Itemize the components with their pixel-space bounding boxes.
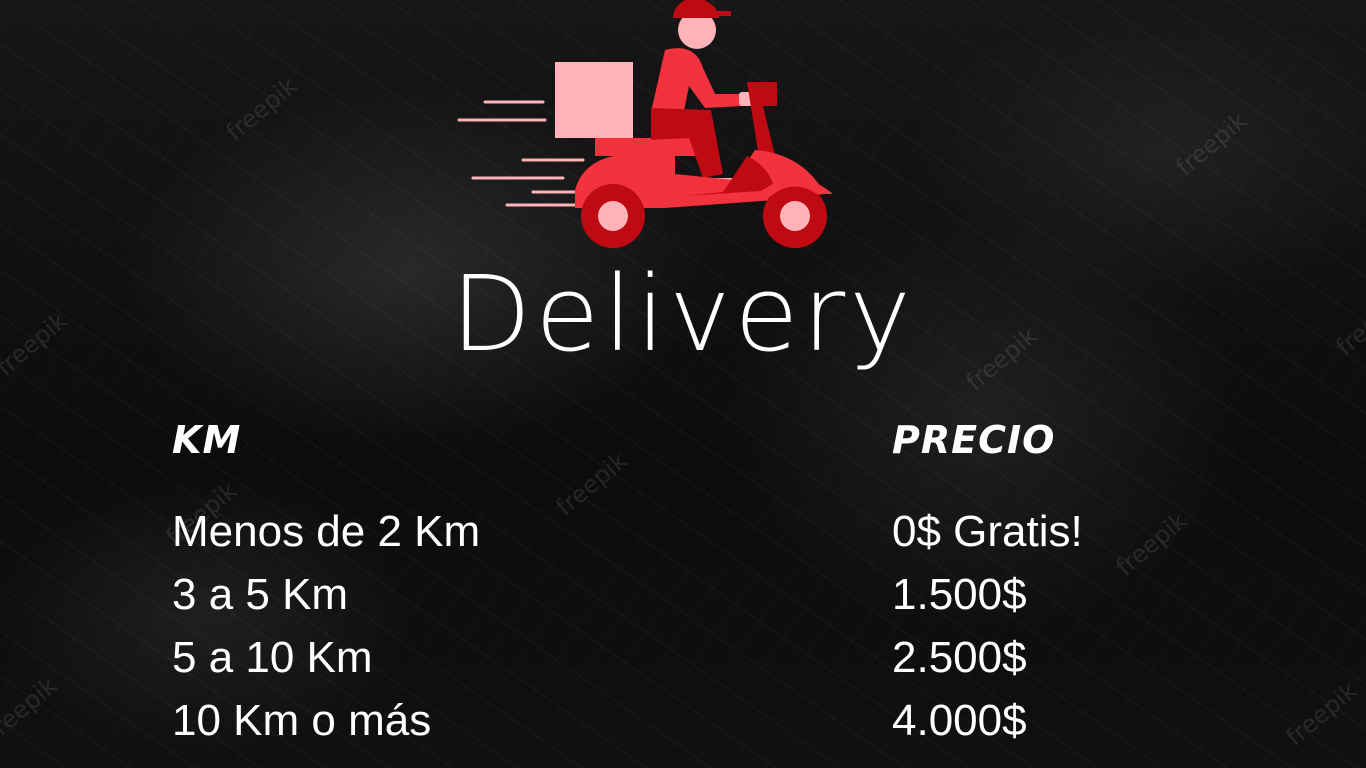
delivery-scooter-icon [457, 0, 833, 248]
page-title: Delivery [451, 253, 915, 375]
distance-cell: Menos de 2 Km [172, 507, 481, 556]
price-cell: 2.500$ [892, 633, 1027, 682]
distance-list: Menos de 2 Km 3 a 5 Km 5 a 10 Km 10 Km o… [172, 500, 480, 752]
price-header: PRECIO [892, 418, 1056, 462]
price-cell: 1.500$ [892, 570, 1027, 619]
distance-cell: 5 a 10 Km [172, 633, 373, 682]
distance-cell: 3 a 5 Km [172, 570, 349, 619]
distance-cell: 10 Km o más [172, 696, 432, 745]
km-header: KM [172, 418, 242, 462]
price-cell: 4.000$ [892, 696, 1027, 745]
price-list: 0$ Gratis! 1.500$ 2.500$ 4.000$ [892, 500, 1083, 752]
price-cell: 0$ Gratis! [892, 507, 1083, 556]
